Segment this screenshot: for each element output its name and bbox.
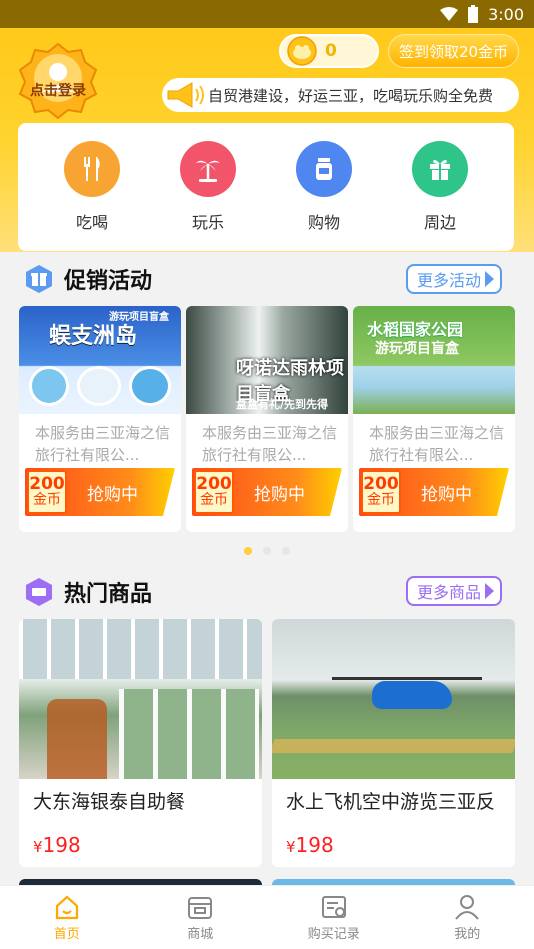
palm-tree-icon <box>180 141 236 197</box>
tab-orders[interactable]: 购买记录 <box>289 893 379 942</box>
coin-unit: 金币 <box>33 492 61 508</box>
more-label: 更多活动 <box>417 271 482 290</box>
signin-reward-button[interactable]: 签到领取20金币 <box>388 34 519 68</box>
carousel-dots <box>244 547 290 555</box>
coin-unit: 金币 <box>200 492 228 508</box>
promo-desc: 本服务由三亚海之信旅行社有限公... <box>369 424 505 464</box>
promo-image: 呀诺达雨林项目盲盒 盒盒有礼/先到先得 <box>186 306 348 414</box>
coin-balance[interactable]: 0 <box>279 34 379 68</box>
utensils-icon <box>64 141 120 197</box>
promo-card[interactable]: 呀诺达雨林项目盲盒 盒盒有礼/先到先得 本服务由三亚海之信旅行社有限公... 2… <box>186 306 348 532</box>
promo-image-title: 水稻国家公园 <box>367 320 464 339</box>
product-name: 水上飞机空中游览三亚反 <box>286 791 496 813</box>
promo-image-subtitle: 游玩项目盲盒 <box>375 341 459 357</box>
promo-section-title: 促销活动 <box>24 263 152 295</box>
store-icon <box>188 897 213 919</box>
status-time: 3:00 <box>488 4 524 24</box>
hot-section-title: 热门商品 <box>24 576 152 608</box>
currency-symbol: ¥ <box>33 838 43 856</box>
buy-label: 抢购中 <box>421 484 472 505</box>
jar-icon <box>296 141 352 197</box>
bottom-tab-bar: 首页 商城 购买记录 我的 <box>0 885 534 949</box>
user-icon <box>455 895 480 920</box>
category-shop[interactable]: 购物 <box>279 141 369 233</box>
status-bar: 3:00 <box>0 0 534 28</box>
tab-label: 我的 <box>454 927 481 942</box>
category-label: 吃喝 <box>75 213 108 232</box>
carousel-dot[interactable] <box>244 547 252 555</box>
coin-price-tag: 200 金币 <box>194 470 234 514</box>
notice-text: 自贸港建设，好运三亚，吃喝玩乐购全免费 <box>208 86 494 105</box>
gift-icon <box>412 141 468 197</box>
more-label: 更多商品 <box>417 583 482 602</box>
currency-symbol: ¥ <box>286 838 296 856</box>
orders-icon <box>321 896 346 918</box>
arrow-right-icon <box>485 271 495 287</box>
tab-profile[interactable]: 我的 <box>422 893 512 942</box>
price-value: 198 <box>295 833 334 857</box>
battery-icon <box>468 5 479 23</box>
tab-label: 首页 <box>53 927 80 942</box>
coin-count: 0 <box>325 41 337 61</box>
carousel-dot[interactable] <box>282 547 290 555</box>
arrow-right-icon <box>485 583 495 599</box>
promo-desc: 本服务由三亚海之信旅行社有限公... <box>35 424 171 464</box>
promo-image-subtitle: 盒盒有礼/先到先得 <box>236 398 329 411</box>
home-icon <box>55 895 78 920</box>
price-value: 198 <box>42 833 81 857</box>
wifi-icon <box>440 7 459 21</box>
coin-price: 200 <box>196 474 232 494</box>
more-activities-button[interactable]: 更多活动 <box>406 264 503 294</box>
coin-icon <box>287 36 317 66</box>
coin-price: 200 <box>29 474 65 494</box>
tab-store[interactable]: 商城 <box>155 893 245 942</box>
tab-label: 商城 <box>187 927 214 942</box>
tab-label: 购买记录 <box>307 927 360 942</box>
carousel-dot[interactable] <box>263 547 271 555</box>
tab-home[interactable]: 首页 <box>22 893 112 942</box>
buy-now-button[interactable]: 200 金币 抢购中 <box>192 468 342 516</box>
coin-price-tag: 200 金币 <box>27 470 67 514</box>
product-price: ¥198 <box>286 833 334 857</box>
product-image <box>272 619 515 779</box>
category-play[interactable]: 玩乐 <box>163 141 253 233</box>
category-label: 周边 <box>423 213 456 232</box>
category-nearby[interactable]: 周边 <box>395 141 485 233</box>
promo-desc: 本服务由三亚海之信旅行社有限公... <box>202 424 338 464</box>
buy-label: 抢购中 <box>87 484 138 505</box>
promo-card[interactable]: 水稻国家公园 游玩项目盲盒 本服务由三亚海之信旅行社有限公... 200 金币 … <box>353 306 515 532</box>
hot-badge-icon <box>26 578 52 606</box>
product-card[interactable]: 水上飞机空中游览三亚反 ¥198 <box>272 619 515 867</box>
product-card[interactable]: 大东海银泰自助餐 ¥198 <box>19 619 262 867</box>
megaphone-icon <box>167 82 204 108</box>
more-products-button[interactable]: 更多商品 <box>406 576 503 606</box>
buy-label: 抢购中 <box>254 484 305 505</box>
buy-now-button[interactable]: 200 金币 抢购中 <box>25 468 175 516</box>
product-image <box>19 619 262 779</box>
login-label[interactable]: 点击登录 <box>22 80 94 100</box>
gift-box-icon <box>26 265 52 293</box>
category-eat[interactable]: 吃喝 <box>47 141 137 233</box>
coin-unit: 金币 <box>367 492 395 508</box>
buy-now-button[interactable]: 200 金币 抢购中 <box>359 468 509 516</box>
category-label: 玩乐 <box>191 213 224 232</box>
category-grid: 吃喝 玩乐 购物 周边 <box>18 123 514 251</box>
promo-image: 水稻国家公园 游玩项目盲盒 <box>353 306 515 414</box>
section-title-text: 热门商品 <box>64 582 153 607</box>
coin-price-tag: 200 金币 <box>361 470 401 514</box>
product-name: 大东海银泰自助餐 <box>33 791 186 813</box>
promo-image: 蜈支洲岛 游玩项目盲盒 <box>19 306 181 414</box>
category-label: 购物 <box>307 213 340 232</box>
coin-price: 200 <box>363 474 399 494</box>
promo-image-subtitle: 游玩项目盲盒 <box>109 312 169 323</box>
promo-card[interactable]: 蜈支洲岛 游玩项目盲盒 本服务由三亚海之信旅行社有限公... 200 金币 抢购… <box>19 306 181 532</box>
notice-bar[interactable]: 自贸港建设，好运三亚，吃喝玩乐购全免费 <box>162 78 519 112</box>
product-price: ¥198 <box>33 833 81 857</box>
section-title-text: 促销活动 <box>64 269 153 294</box>
